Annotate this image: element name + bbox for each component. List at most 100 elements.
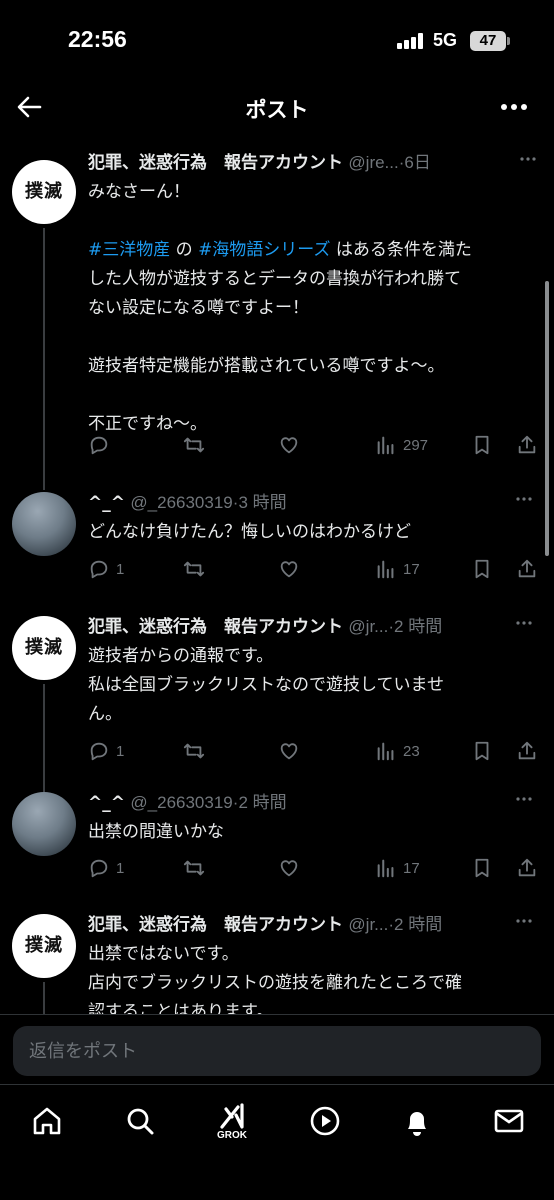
author-handle[interactable]: @_26630319	[130, 493, 232, 512]
thread-post[interactable]: 撲滅 犯罪、迷惑行為 報告アカウント @jre...·6日 みなさーん！ #三洋…	[0, 148, 554, 490]
post-menu-icon[interactable]	[516, 620, 532, 626]
views-button[interactable]: 17	[375, 556, 420, 582]
author-handle[interactable]: @jre...	[348, 153, 398, 172]
post-menu-icon[interactable]	[516, 796, 532, 802]
post-line: 店内でブラックリストの遊技を離れたところで確	[88, 973, 462, 993]
author-name[interactable]: ^_^	[88, 793, 125, 813]
action-bar: 1 17	[88, 855, 540, 881]
views-button[interactable]: 23	[375, 738, 420, 764]
avatar[interactable]: 撲滅	[12, 616, 76, 680]
post-line: ない設定になる噂ですよー！	[88, 298, 309, 318]
thread-post[interactable]: 撲滅 犯罪、迷惑行為 報告アカウント @jr...·2 時間 遊技者からの通報で…	[0, 612, 554, 794]
thread-post[interactable]: ^_^ @_26630319·3 時間 どんなけ負けたん？悔しいのはわかるけど …	[0, 488, 554, 588]
video-icon[interactable]	[305, 1101, 345, 1141]
repost-button[interactable]	[183, 855, 205, 881]
reply-input[interactable]	[13, 1026, 541, 1076]
post-header: 犯罪、迷惑行為 報告アカウント @jr...·2 時間	[88, 612, 514, 642]
author-name[interactable]: ^_^	[88, 493, 125, 513]
post-text: 遊技者からの通報です。 私は全国ブラックリストなので遊技していませ ん。	[88, 642, 536, 729]
author-handle[interactable]: @_26630319	[130, 793, 232, 812]
bookmark-button[interactable]	[471, 738, 493, 764]
share-icon	[518, 741, 536, 760]
hashtag-link[interactable]: #三洋物産	[88, 240, 170, 260]
avatar[interactable]	[12, 792, 76, 856]
reply-count: 1	[116, 742, 125, 760]
views-button[interactable]: 297	[375, 432, 428, 458]
reply-button[interactable]: 1	[88, 738, 124, 764]
bookmark-button[interactable]	[471, 855, 493, 881]
mail-icon[interactable]	[489, 1101, 529, 1141]
action-bar: 1 17	[88, 556, 540, 582]
views-icon	[377, 859, 394, 878]
search-icon[interactable]	[120, 1101, 160, 1141]
author-name[interactable]: 犯罪、迷惑行為 報告アカウント	[88, 153, 343, 173]
bookmark-icon	[475, 559, 489, 579]
thread-post[interactable]: ^_^ @_26630319·2 時間 出禁の間違いかな 1 17	[0, 788, 554, 888]
like-button[interactable]	[278, 738, 300, 764]
author-name[interactable]: 犯罪、迷惑行為 報告アカウント	[88, 915, 343, 935]
post-line: 遊技者特定機能が搭載されている噂ですよ〜。	[88, 356, 445, 376]
post-menu-icon[interactable]	[520, 156, 536, 162]
author-handle[interactable]: @jr...	[348, 617, 388, 636]
author-handle[interactable]: @jr...	[348, 915, 388, 934]
post-line: 遊技者からの通報です。	[88, 646, 274, 666]
repost-button[interactable]	[183, 556, 205, 582]
reply-bar	[0, 1014, 554, 1084]
avatar[interactable]: 撲滅	[12, 914, 76, 978]
share-button[interactable]	[516, 432, 538, 458]
share-button[interactable]	[516, 855, 538, 881]
reply-button[interactable]: 1	[88, 855, 124, 881]
top-bar: ポスト	[0, 80, 554, 136]
views-button[interactable]: 17	[375, 855, 420, 881]
reply-count: 1	[116, 560, 125, 578]
views-count: 17	[403, 859, 420, 877]
like-icon	[280, 860, 298, 877]
views-count: 23	[403, 742, 420, 760]
repost-button[interactable]	[183, 432, 205, 458]
post-time: 2 時間	[394, 617, 443, 636]
share-icon	[518, 559, 536, 578]
post-text: みなさーん！ #三洋物産 の #海物語シリーズ はある条件を満た した人物が遊技…	[88, 178, 536, 439]
bookmark-button[interactable]	[471, 556, 493, 582]
views-count: 17	[403, 560, 420, 578]
reply-icon	[90, 436, 108, 455]
post-line: 出禁の間違いかな	[88, 822, 224, 842]
post-line: #三洋物産 の #海物語シリーズ はある条件を満た	[88, 236, 536, 265]
post-time: 2 時間	[394, 915, 443, 934]
avatar[interactable]	[12, 492, 76, 556]
post-fragment: はある条件を満た	[330, 240, 472, 260]
repost-button[interactable]	[183, 738, 205, 764]
post-line: した人物が遊技するとデータの書換が行われ勝て	[88, 269, 462, 289]
reply-icon	[90, 859, 108, 878]
post-menu-icon[interactable]	[516, 496, 532, 502]
post-line: ん。	[88, 704, 122, 724]
share-button[interactable]	[516, 738, 538, 764]
reply-button[interactable]: 1	[88, 556, 124, 582]
thread-connector	[43, 684, 45, 794]
avatar[interactable]: 撲滅	[12, 160, 76, 224]
repost-icon	[183, 743, 205, 759]
reply-count: 1	[116, 859, 125, 877]
reply-button[interactable]	[88, 432, 110, 458]
hashtag-link[interactable]: #海物語シリーズ	[198, 240, 330, 260]
bookmark-icon	[475, 858, 489, 878]
scrollbar[interactable]	[545, 281, 549, 556]
post-time: 6日	[404, 153, 431, 172]
bookmark-button[interactable]	[471, 432, 493, 458]
more-icon[interactable]	[497, 92, 531, 122]
thread-post[interactable]: 撲滅 犯罪、迷惑行為 報告アカウント @jr...·2 時間 出禁ではないです。…	[0, 910, 554, 1014]
share-button[interactable]	[516, 556, 538, 582]
post-line: 出禁ではないです。	[88, 944, 239, 964]
bell-icon[interactable]	[397, 1101, 437, 1141]
grok-button[interactable]: GROK	[212, 1101, 252, 1149]
grok-icon	[220, 1103, 244, 1129]
like-button[interactable]	[278, 556, 300, 582]
like-button[interactable]	[278, 855, 300, 881]
post-fragment: の	[170, 240, 199, 260]
author-name[interactable]: 犯罪、迷惑行為 報告アカウント	[88, 617, 343, 637]
thread-connector	[43, 228, 45, 490]
home-icon[interactable]	[27, 1101, 67, 1141]
like-button[interactable]	[278, 432, 300, 458]
post-menu-icon[interactable]	[516, 918, 532, 924]
grok-label: GROK	[217, 1130, 247, 1141]
